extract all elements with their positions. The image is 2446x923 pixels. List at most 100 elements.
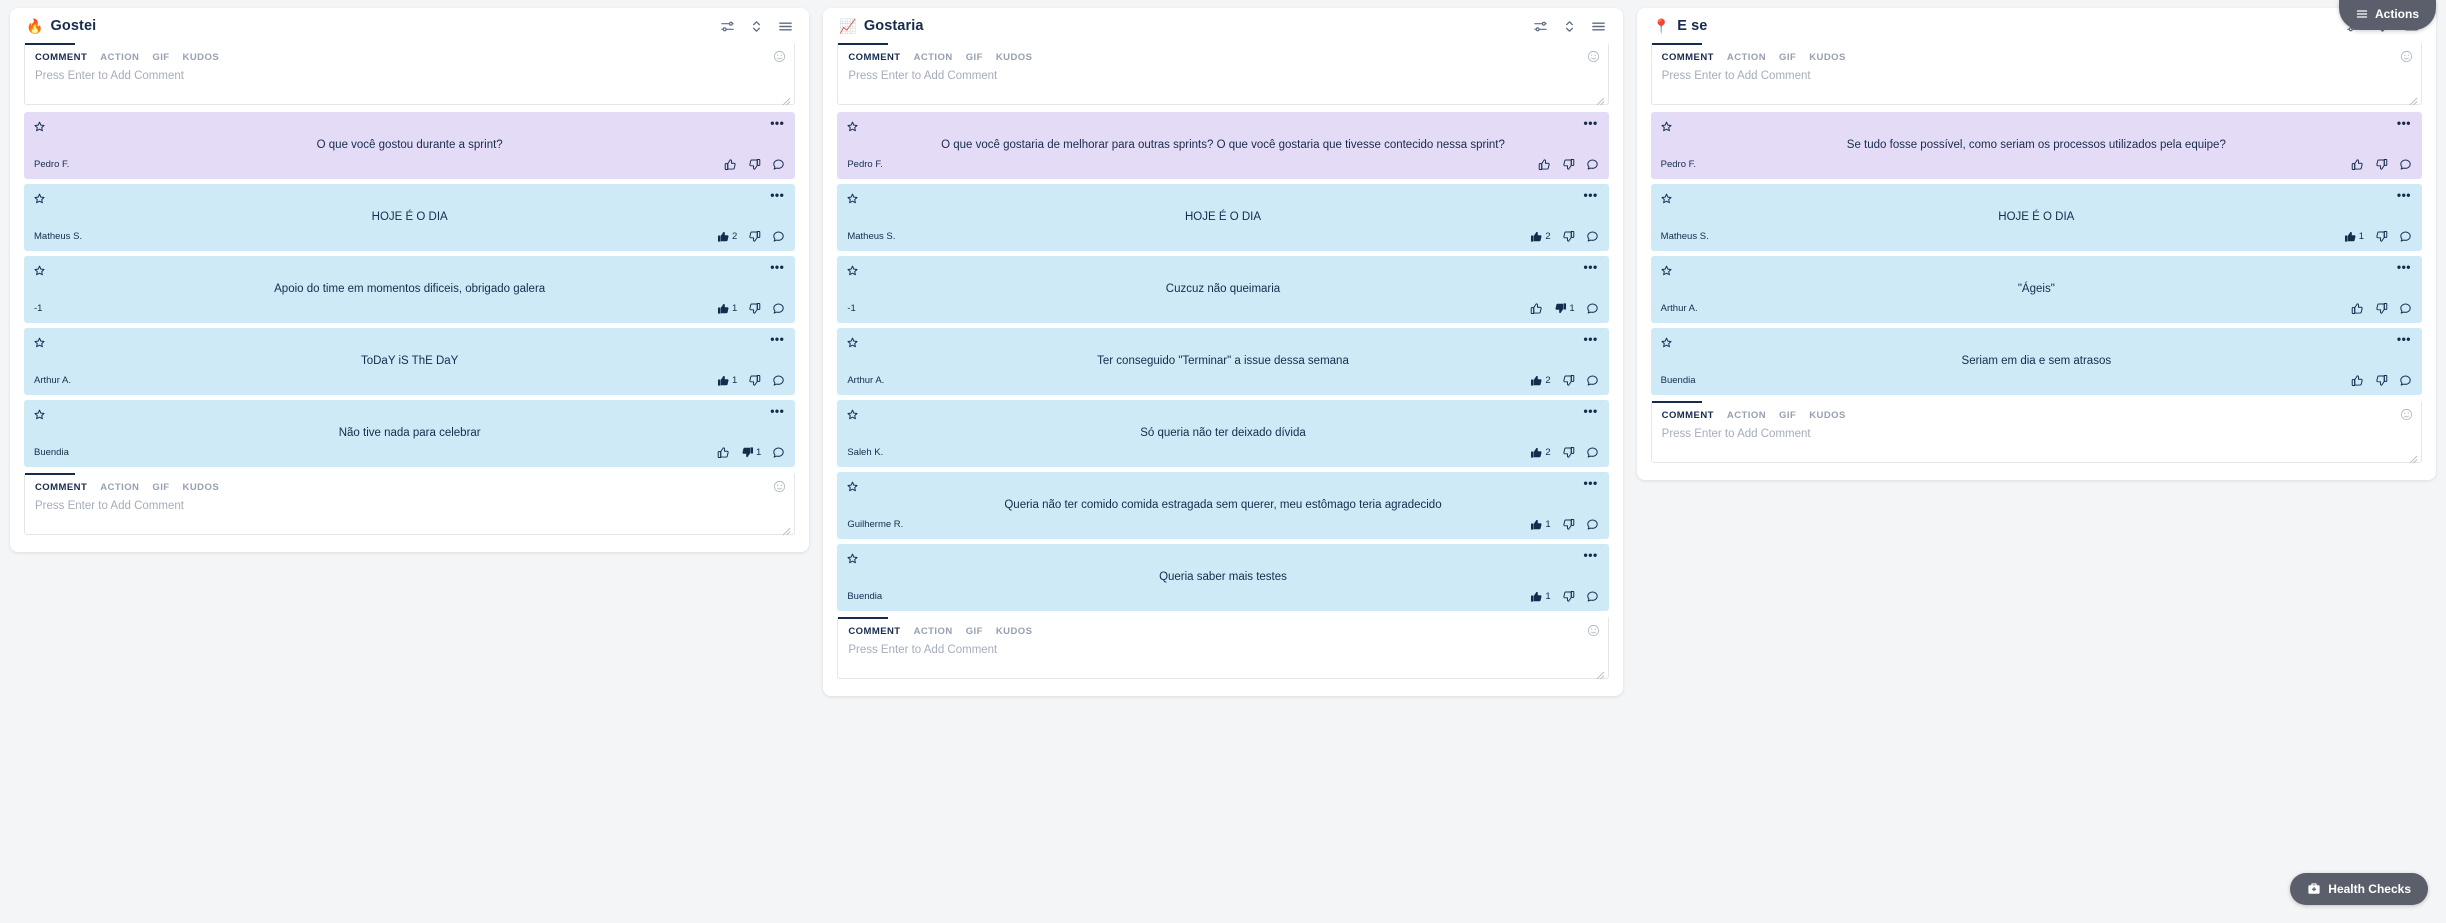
more-options-icon[interactable]: •••: [769, 189, 785, 201]
comment-button[interactable]: [772, 446, 785, 459]
thumbs-up-button[interactable]: [2351, 374, 2364, 387]
thumbs-down-button[interactable]: [2375, 158, 2388, 171]
thumbs-up-button[interactable]: [2351, 302, 2364, 315]
filter-sliders-icon[interactable]: [1533, 18, 1549, 34]
thumbs-down-button[interactable]: [1562, 518, 1575, 531]
star-icon[interactable]: [847, 119, 858, 132]
comment-button[interactable]: [1586, 158, 1599, 171]
sort-updown-icon[interactable]: [1562, 18, 1578, 34]
thumbs-up-button[interactable]: 2: [1530, 374, 1551, 387]
more-options-icon[interactable]: •••: [2396, 117, 2412, 129]
composer-tab-action[interactable]: ACTION: [914, 626, 953, 637]
thumbs-down-button[interactable]: 1: [1554, 302, 1575, 315]
thumbs-down-button[interactable]: [1562, 446, 1575, 459]
more-options-icon[interactable]: •••: [769, 261, 785, 273]
more-options-icon[interactable]: •••: [2396, 189, 2412, 201]
more-options-icon[interactable]: •••: [2396, 261, 2412, 273]
composer-tab-comment[interactable]: COMMENT: [35, 52, 87, 63]
star-icon[interactable]: [34, 191, 45, 204]
more-options-icon[interactable]: •••: [1583, 477, 1599, 489]
thumbs-up-button[interactable]: [1538, 158, 1551, 171]
composer-tab-gif[interactable]: GIF: [152, 482, 169, 493]
composer-tab-comment[interactable]: COMMENT: [848, 52, 900, 63]
composer-tab-kudos[interactable]: KUDOS: [183, 482, 220, 493]
comment-input[interactable]: Press Enter to Add Comment: [838, 68, 1607, 104]
composer-tab-comment[interactable]: COMMENT: [1662, 52, 1714, 63]
resize-grip-icon[interactable]: [2409, 451, 2418, 464]
comment-input[interactable]: Press Enter to Add Comment: [1652, 426, 2421, 462]
composer-tab-gif[interactable]: GIF: [966, 52, 983, 63]
comment-button[interactable]: [772, 230, 785, 243]
thumbs-down-button[interactable]: [1562, 158, 1575, 171]
resize-grip-icon[interactable]: [2409, 93, 2418, 106]
star-icon[interactable]: [1661, 119, 1672, 132]
thumbs-up-button[interactable]: 1: [1530, 518, 1551, 531]
actions-button[interactable]: Actions: [2338, 0, 2436, 30]
comment-button[interactable]: [1586, 590, 1599, 603]
more-options-icon[interactable]: •••: [1583, 189, 1599, 201]
smiley-icon[interactable]: [773, 50, 786, 63]
comment-button[interactable]: [1586, 230, 1599, 243]
more-options-icon[interactable]: •••: [769, 405, 785, 417]
star-icon[interactable]: [34, 263, 45, 276]
composer-tab-kudos[interactable]: KUDOS: [996, 52, 1033, 63]
composer-tab-comment[interactable]: COMMENT: [848, 626, 900, 637]
star-icon[interactable]: [34, 119, 45, 132]
composer-tab-kudos[interactable]: KUDOS: [1809, 52, 1846, 63]
star-icon[interactable]: [34, 335, 45, 348]
more-options-icon[interactable]: •••: [1583, 405, 1599, 417]
comment-button[interactable]: [2399, 302, 2412, 315]
composer-tab-action[interactable]: ACTION: [100, 482, 139, 493]
thumbs-up-button[interactable]: 1: [1530, 590, 1551, 603]
resize-grip-icon[interactable]: [1596, 93, 1605, 106]
thumbs-down-button[interactable]: [748, 302, 761, 315]
comment-input[interactable]: Press Enter to Add Comment: [25, 68, 794, 104]
thumbs-down-button[interactable]: [748, 374, 761, 387]
thumbs-up-button[interactable]: 1: [717, 302, 737, 315]
star-icon[interactable]: [847, 335, 858, 348]
thumbs-up-button[interactable]: [1530, 302, 1543, 315]
composer-tab-action[interactable]: ACTION: [914, 52, 953, 63]
thumbs-down-button[interactable]: [1562, 230, 1575, 243]
thumbs-down-button[interactable]: [1562, 590, 1575, 603]
thumbs-up-button[interactable]: 2: [1530, 230, 1551, 243]
comment-input[interactable]: Press Enter to Add Comment: [838, 642, 1607, 678]
star-icon[interactable]: [847, 191, 858, 204]
smiley-icon[interactable]: [2400, 408, 2413, 421]
composer-tab-kudos[interactable]: KUDOS: [996, 626, 1033, 637]
star-icon[interactable]: [847, 551, 858, 563]
thumbs-down-button[interactable]: [748, 158, 761, 171]
star-icon[interactable]: [847, 479, 858, 491]
comment-button[interactable]: [772, 374, 785, 387]
composer-tab-comment[interactable]: COMMENT: [35, 482, 87, 493]
thumbs-down-button[interactable]: [748, 230, 761, 243]
thumbs-down-button[interactable]: [2375, 230, 2388, 243]
health-checks-button[interactable]: Health Checks: [2290, 873, 2428, 905]
comment-button[interactable]: [1586, 518, 1599, 531]
resize-grip-icon[interactable]: [782, 93, 791, 106]
resize-grip-icon[interactable]: [782, 523, 791, 536]
star-icon[interactable]: [34, 407, 45, 419]
smiley-icon[interactable]: [1587, 624, 1600, 637]
comment-button[interactable]: [2399, 374, 2412, 387]
composer-tab-gif[interactable]: GIF: [1779, 52, 1796, 63]
resize-grip-icon[interactable]: [1596, 667, 1605, 679]
thumbs-down-button[interactable]: [2375, 374, 2388, 387]
star-icon[interactable]: [847, 407, 858, 419]
filter-sliders-icon[interactable]: [719, 18, 735, 34]
thumbs-up-button[interactable]: [717, 446, 730, 459]
star-icon[interactable]: [1661, 263, 1672, 276]
thumbs-up-button[interactable]: 2: [1530, 446, 1551, 459]
thumbs-up-button[interactable]: 1: [2344, 230, 2364, 243]
comment-button[interactable]: [772, 302, 785, 315]
thumbs-up-button[interactable]: 1: [717, 374, 737, 387]
thumbs-up-button[interactable]: 2: [717, 230, 737, 243]
comment-button[interactable]: [2399, 158, 2412, 171]
composer-tab-comment[interactable]: COMMENT: [1662, 410, 1714, 421]
comment-button[interactable]: [2399, 230, 2412, 243]
smiley-icon[interactable]: [1587, 50, 1600, 63]
comment-button[interactable]: [772, 158, 785, 171]
star-icon[interactable]: [1661, 335, 1672, 348]
more-options-icon[interactable]: •••: [1583, 549, 1599, 561]
thumbs-up-button[interactable]: [724, 158, 737, 171]
